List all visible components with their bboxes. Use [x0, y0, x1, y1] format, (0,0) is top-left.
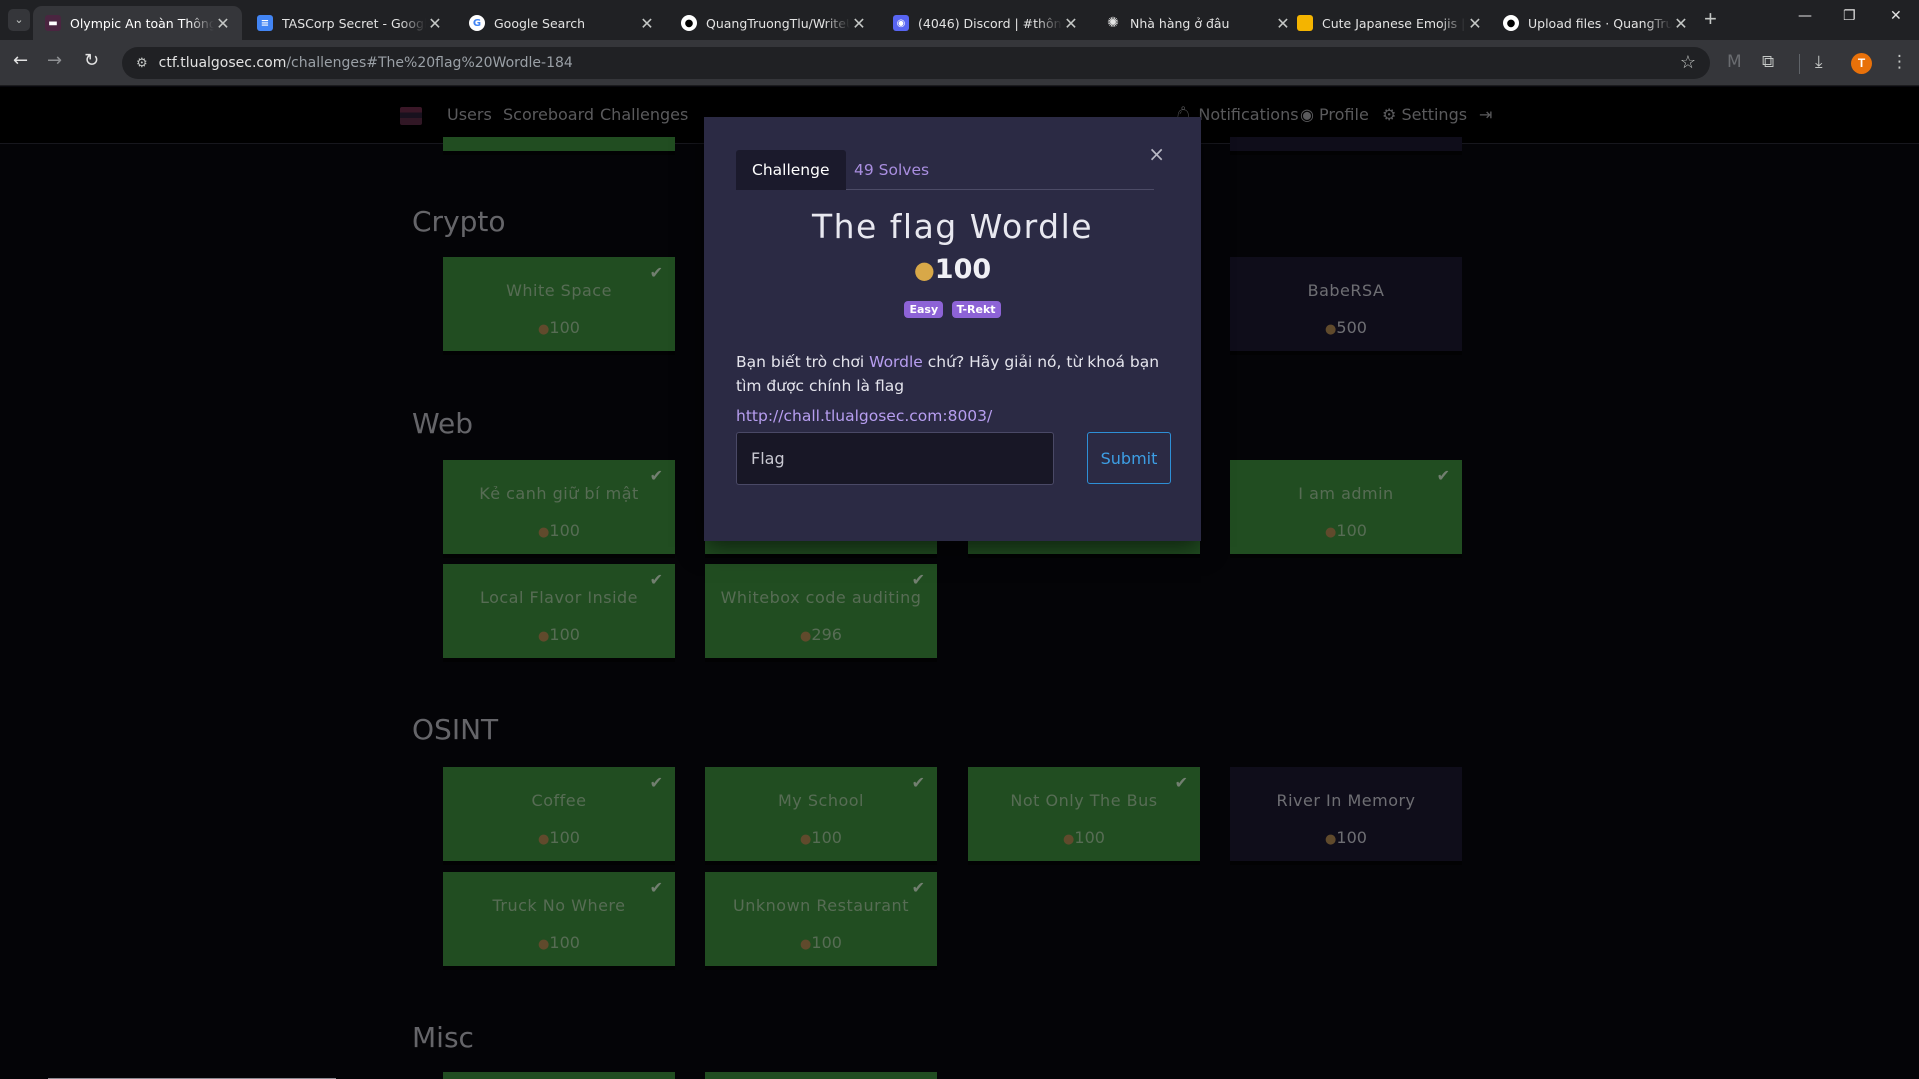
browser-tab-7[interactable]: Cute Japanese Emojis | ,( ✕: [1285, 6, 1494, 40]
close-tab-icon[interactable]: ✕: [850, 14, 868, 33]
wordle-link[interactable]: Wordle: [869, 353, 923, 371]
tab-title: QuangTruongTlu/WriteUp: [706, 15, 850, 31]
url-path: /challenges#The%20flag%20Wordle-184: [286, 55, 573, 71]
browser-tab-4[interactable]: ● QuangTruongTlu/WriteUp ✕: [669, 6, 878, 40]
github-icon: ●: [681, 15, 697, 31]
tag-badge: Easy: [904, 301, 944, 318]
tab-challenge[interactable]: Challenge: [736, 150, 846, 190]
flag-input[interactable]: [736, 432, 1054, 485]
close-tab-icon[interactable]: ✕: [1672, 14, 1690, 33]
tab-title: Google Search: [494, 15, 585, 31]
tab-solves[interactable]: 49 Solves: [838, 150, 945, 190]
github-icon: ●: [1503, 15, 1519, 31]
close-tab-icon[interactable]: ✕: [214, 14, 232, 33]
tab-title: Olympic An toàn Thông tin: [70, 15, 214, 31]
browser-menu-icon[interactable]: ⋮: [1891, 52, 1908, 72]
bookmark-star-icon[interactable]: ☆: [1680, 52, 1696, 73]
browser-tab-6[interactable]: ✺ Nhà hàng ở đâu ✕: [1093, 6, 1302, 40]
close-tab-icon[interactable]: ✕: [426, 14, 444, 33]
toolbar-divider: [1799, 54, 1800, 74]
restore-icon[interactable]: ❐: [1843, 8, 1856, 24]
openai-icon: ✺: [1107, 15, 1119, 31]
extensions-puzzle-icon[interactable]: ⧉: [1762, 52, 1774, 72]
tab-title: (4046) Discord | #thông-báo: [918, 15, 1062, 31]
tab-title: Nhà hàng ở đâu: [1130, 15, 1230, 31]
url-host: ctf.tlualgosec.com: [158, 55, 287, 71]
discord-icon: ◉: [893, 15, 909, 31]
browser-tab-8[interactable]: ● Upload files · QuangTruong ✕: [1491, 6, 1700, 40]
browser-tab-1[interactable]: ▬ Olympic An toàn Thông tin ✕: [33, 6, 242, 40]
address-bar[interactable]: ⚙ ctf.tlualgosec.com/challenges#The%20fl…: [122, 47, 1710, 79]
browser-tab-strip: ⌄ ▬ Olympic An toàn Thông tin ✕ ≡ TASCor…: [0, 0, 1919, 40]
extension-m-icon[interactable]: M: [1727, 52, 1742, 72]
google-docs-icon: ≡: [257, 15, 273, 31]
reload-icon[interactable]: ↻: [84, 50, 99, 71]
tab-title: TASCorp Secret - Google Docs: [282, 15, 426, 31]
ctf-page: Users Scoreboard Challenges 🔔︎ Notificat…: [0, 87, 1919, 1079]
modal-tabs: Challenge 49 Solves: [736, 150, 1154, 190]
browser-tab-3[interactable]: G Google Search ✕: [457, 6, 666, 40]
challenge-modal: × Challenge 49 Solves The flag Wordle ●1…: [704, 117, 1201, 541]
minimize-icon[interactable]: —: [1798, 8, 1812, 24]
google-icon: G: [469, 15, 485, 31]
tab-title: Upload files · QuangTruong: [1528, 15, 1672, 31]
close-window-icon[interactable]: ✕: [1890, 8, 1902, 24]
tab-title: Cute Japanese Emojis | ,(: [1322, 15, 1466, 31]
site-info-icon[interactable]: ⚙: [136, 55, 148, 71]
tab-search-button[interactable]: ⌄: [8, 9, 30, 31]
coins-icon: ●: [913, 256, 935, 284]
download-icon[interactable]: ⤓: [1815, 52, 1823, 72]
submit-button[interactable]: Submit: [1087, 432, 1171, 484]
close-tab-icon[interactable]: ✕: [1062, 14, 1080, 33]
challenge-url-link[interactable]: http://chall.tlualgosec.com:8003/: [736, 407, 992, 425]
challenge-points-value: ●100: [913, 254, 992, 285]
back-icon[interactable]: ←: [13, 50, 28, 71]
tag-badge: T-Rekt: [951, 301, 1001, 318]
ctf-logo-icon: ▬: [45, 15, 61, 31]
close-tab-icon[interactable]: ✕: [1466, 14, 1484, 33]
challenge-title: The flag Wordle: [811, 207, 1094, 246]
close-tab-icon[interactable]: ✕: [638, 14, 656, 33]
profile-avatar[interactable]: T: [1851, 53, 1872, 74]
folder-icon: [1297, 15, 1313, 31]
forward-icon[interactable]: →: [47, 50, 62, 71]
challenge-description: Bạn biết trò chơi Wordle chứ? Hãy giải n…: [736, 353, 1160, 395]
browser-tab-2[interactable]: ≡ TASCorp Secret - Google Docs ✕: [245, 6, 454, 40]
browser-tab-5[interactable]: ◉ (4046) Discord | #thông-báo ✕: [881, 6, 1090, 40]
browser-toolbar: ← → ↻ ⚙ ctf.tlualgosec.com/challenges#Th…: [0, 40, 1919, 86]
new-tab-button[interactable]: +: [1704, 8, 1717, 30]
challenge-tags: Easy T-Rekt: [704, 300, 1201, 318]
